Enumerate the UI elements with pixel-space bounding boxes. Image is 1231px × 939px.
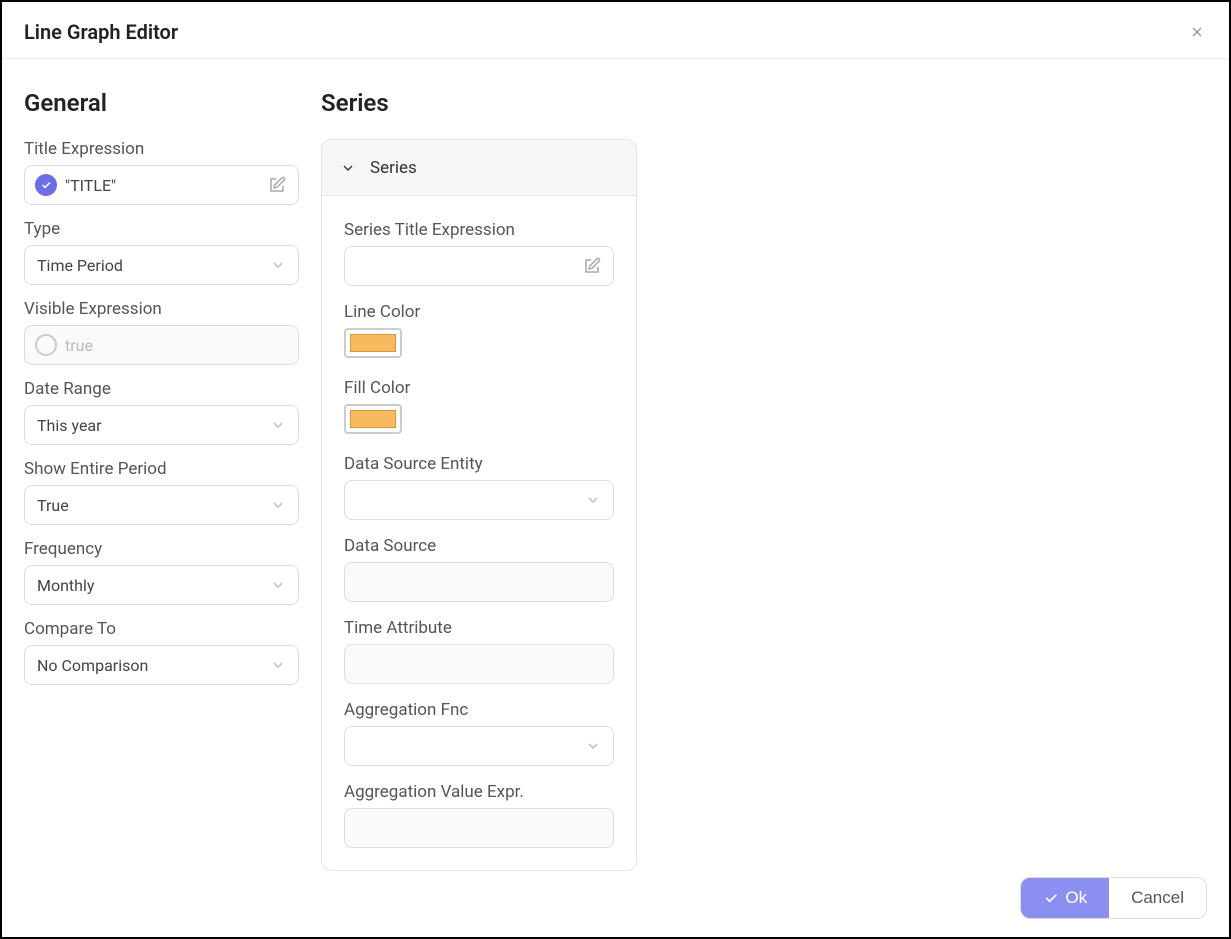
title-expression-field: Title Expression "TITLE" xyxy=(24,139,299,205)
fill-color-field: Fill Color xyxy=(344,378,614,438)
footer-button-group: Ok Cancel xyxy=(1020,877,1207,919)
date-range-value: This year xyxy=(37,416,270,435)
check-circle-icon xyxy=(35,174,57,196)
frequency-field: Frequency Monthly xyxy=(24,539,299,605)
fill-color-label: Fill Color xyxy=(344,378,614,398)
chevron-down-icon xyxy=(585,738,601,754)
title-expression-value: "TITLE" xyxy=(65,176,266,195)
line-color-field: Line Color xyxy=(344,302,614,362)
visible-expression-value: true xyxy=(65,336,288,355)
chevron-down-icon xyxy=(585,492,601,508)
line-color-picker[interactable] xyxy=(344,328,402,358)
type-select[interactable]: Time Period xyxy=(24,245,299,285)
empty-circle-icon xyxy=(35,334,57,356)
date-range-field: Date Range This year xyxy=(24,379,299,445)
title-expression-label: Title Expression xyxy=(24,139,299,159)
time-attribute-field: Time Attribute xyxy=(344,618,614,684)
compare-to-label: Compare To xyxy=(24,619,299,639)
chevron-down-icon xyxy=(270,417,286,433)
data-source-field: Data Source xyxy=(344,536,614,602)
time-attribute-label: Time Attribute xyxy=(344,618,614,638)
series-heading: Series xyxy=(321,89,1207,117)
visible-expression-input[interactable]: true xyxy=(24,325,299,365)
aggregation-fnc-field: Aggregation Fnc xyxy=(344,700,614,766)
dialog-title: Line Graph Editor xyxy=(24,20,178,44)
show-entire-period-select[interactable]: True xyxy=(24,485,299,525)
aggregation-value-expr-label: Aggregation Value Expr. xyxy=(344,782,614,802)
data-source-entity-label: Data Source Entity xyxy=(344,454,614,474)
series-section: Series Series Series Title Expression xyxy=(321,89,1207,867)
dialog-body: General Title Expression "TITLE" Type Ti… xyxy=(2,59,1229,877)
title-expression-input[interactable]: "TITLE" xyxy=(24,165,299,205)
compare-to-select[interactable]: No Comparison xyxy=(24,645,299,685)
chevron-down-icon xyxy=(270,257,286,273)
edit-expression-button[interactable] xyxy=(581,255,603,277)
visible-expression-label: Visible Expression xyxy=(24,299,299,319)
frequency-select[interactable]: Monthly xyxy=(24,565,299,605)
type-label: Type xyxy=(24,219,299,239)
series-panel-header[interactable]: Series xyxy=(322,140,636,196)
cancel-label: Cancel xyxy=(1131,888,1184,907)
data-source-entity-select[interactable] xyxy=(344,480,614,520)
series-panel: Series Series Title Expression Line xyxy=(321,139,637,871)
visible-expression-field: Visible Expression true xyxy=(24,299,299,365)
aggregation-fnc-select[interactable] xyxy=(344,726,614,766)
show-entire-period-label: Show Entire Period xyxy=(24,459,299,479)
general-heading: General xyxy=(24,89,299,117)
general-section: General Title Expression "TITLE" Type Ti… xyxy=(24,89,299,867)
data-source-label: Data Source xyxy=(344,536,614,556)
show-entire-period-value: True xyxy=(37,496,270,515)
data-source-input[interactable] xyxy=(344,562,614,602)
line-color-label: Line Color xyxy=(344,302,614,322)
chevron-down-icon xyxy=(340,160,356,176)
chevron-down-icon xyxy=(270,577,286,593)
edit-icon xyxy=(583,257,601,275)
line-color-swatch xyxy=(350,334,396,352)
aggregation-value-expr-input[interactable] xyxy=(344,808,614,848)
close-button[interactable] xyxy=(1185,20,1209,44)
line-graph-editor-dialog: Line Graph Editor General Title Expressi… xyxy=(0,0,1231,939)
check-icon xyxy=(1043,890,1059,906)
chevron-down-icon xyxy=(270,497,286,513)
frequency-label: Frequency xyxy=(24,539,299,559)
ok-button[interactable]: Ok xyxy=(1021,878,1109,918)
fill-color-picker[interactable] xyxy=(344,404,402,434)
edit-expression-button[interactable] xyxy=(266,174,288,196)
series-panel-title: Series xyxy=(370,158,417,178)
series-title-expression-field: Series Title Expression xyxy=(344,220,614,286)
show-entire-period-field: Show Entire Period True xyxy=(24,459,299,525)
data-source-entity-field: Data Source Entity xyxy=(344,454,614,520)
chevron-down-icon xyxy=(270,657,286,673)
type-field: Type Time Period xyxy=(24,219,299,285)
cancel-button[interactable]: Cancel xyxy=(1109,878,1206,918)
fill-color-swatch xyxy=(350,410,396,428)
dialog-header: Line Graph Editor xyxy=(2,2,1229,59)
series-title-expression-input[interactable] xyxy=(344,246,614,286)
edit-icon xyxy=(268,176,286,194)
compare-to-field: Compare To No Comparison xyxy=(24,619,299,685)
series-panel-body: Series Title Expression Line Color xyxy=(322,196,636,870)
series-title-expression-label: Series Title Expression xyxy=(344,220,614,240)
close-icon xyxy=(1189,24,1205,40)
dialog-footer: Ok Cancel xyxy=(2,877,1229,937)
date-range-label: Date Range xyxy=(24,379,299,399)
time-attribute-input[interactable] xyxy=(344,644,614,684)
type-value: Time Period xyxy=(37,256,270,275)
aggregation-fnc-label: Aggregation Fnc xyxy=(344,700,614,720)
ok-label: Ok xyxy=(1065,888,1087,908)
frequency-value: Monthly xyxy=(37,576,270,595)
aggregation-value-expr-field: Aggregation Value Expr. xyxy=(344,782,614,848)
compare-to-value: No Comparison xyxy=(37,656,270,675)
date-range-select[interactable]: This year xyxy=(24,405,299,445)
